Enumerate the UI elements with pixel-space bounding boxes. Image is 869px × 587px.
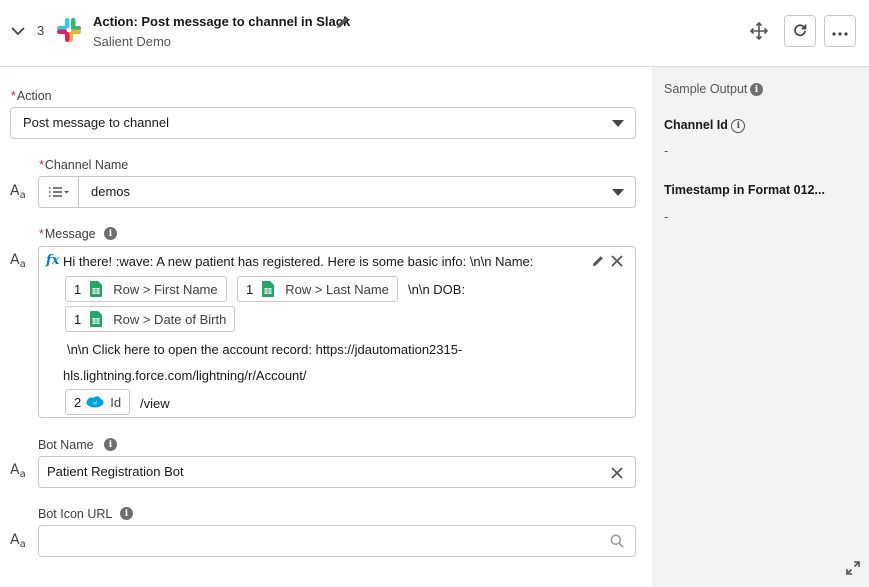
info-icon[interactable]: i (104, 438, 117, 451)
more-actions-button[interactable] (824, 15, 856, 47)
text-type-icon: Aa (10, 462, 26, 480)
info-icon[interactable]: i (104, 227, 117, 240)
text-type-icon: Aa (10, 183, 26, 201)
field-pill-first-name[interactable]: 1 Row > First Name (65, 276, 227, 302)
formula-fx-icon: fx (46, 253, 60, 268)
dropdown-caret-icon (612, 189, 624, 196)
action-select[interactable]: Post message to channel (10, 107, 636, 139)
action-label: *Action (11, 89, 52, 103)
field-pill-date-of-birth[interactable]: 1 Row > Date of Birth (65, 306, 236, 332)
output-field-label: Timestamp in Format 012... (664, 183, 825, 197)
message-label: *Message (39, 227, 96, 241)
message-formula-field[interactable]: fx Hi there! :wave: A new patient has re… (38, 246, 636, 418)
list-mode-icon[interactable] (39, 177, 79, 207)
text-type-icon: Aa (10, 252, 26, 270)
text-type-icon: Aa (10, 532, 26, 550)
pill-label: Row > First Name (113, 281, 218, 297)
info-icon[interactable]: i (731, 118, 746, 133)
output-field-value: - (664, 209, 669, 224)
close-icon[interactable] (611, 255, 623, 267)
clear-icon[interactable] (611, 467, 623, 479)
bot-icon-url-input[interactable] (38, 525, 636, 557)
step-number: 3 (37, 23, 45, 38)
message-view-text: /view (140, 396, 170, 411)
edit-pencil-icon[interactable] (591, 254, 605, 271)
message-click-line: \n\n Click here to open the account reco… (67, 342, 463, 357)
bot-name-label: Bot Name (38, 438, 94, 452)
google-sheets-icon (90, 311, 103, 327)
pill-label: Row > Date of Birth (113, 311, 227, 327)
field-pill-account-id[interactable]: 2 sf Id (65, 389, 131, 415)
step-header: 3 Action: Post message to channel in Sla… (0, 0, 869, 67)
pill-label: Row > Last Name (285, 281, 389, 297)
google-sheets-icon (90, 281, 103, 297)
sample-output-panel: Sample Output i Channel Id i - Timestamp… (652, 67, 869, 587)
expand-icon[interactable] (846, 561, 860, 575)
pill-step-number: 2 (74, 394, 82, 410)
output-field-value: - (664, 143, 669, 158)
info-icon[interactable]: i (120, 507, 133, 520)
pill-label: Id (110, 394, 122, 410)
message-line-1: Hi there! :wave: A new patient has regis… (63, 254, 534, 269)
search-icon (610, 534, 624, 551)
action-value: Post message to channel (23, 115, 169, 130)
move-icon[interactable] (749, 21, 769, 41)
google-sheets-icon (262, 281, 275, 297)
refresh-button[interactable] (784, 15, 816, 47)
refresh-icon (793, 23, 807, 40)
sample-output-title: Sample Output (664, 82, 748, 96)
field-pill-last-name[interactable]: 1 Row > Last Name (237, 276, 398, 302)
step-subtitle: Salient Demo (93, 34, 172, 49)
pill-step-number: 1 (74, 281, 82, 297)
bot-icon-url-label: Bot Icon URL (38, 507, 113, 521)
pill-step-number: 1 (246, 281, 254, 297)
bot-name-value: Patient Registration Bot (47, 464, 184, 479)
channel-select[interactable]: demos (38, 176, 636, 208)
more-dots-icon (832, 24, 848, 39)
output-field-label: Channel Id i (664, 118, 746, 133)
channel-value: demos (91, 184, 131, 199)
channel-label: *Channel Name (39, 158, 129, 172)
edit-pencil-icon[interactable] (335, 14, 351, 30)
pill-step-number: 1 (74, 311, 82, 327)
dropdown-caret-icon (612, 120, 624, 127)
message-url-line: hls.lightning.force.com/lightning/r/Acco… (63, 368, 307, 383)
message-dob-text: \n\n DOB: (408, 282, 466, 297)
bot-name-input[interactable]: Patient Registration Bot (38, 456, 636, 488)
slack-logo (56, 17, 82, 43)
chevron-down-icon[interactable] (9, 22, 27, 40)
action-title: Action: Post message to channel in Slack (93, 14, 351, 29)
info-icon[interactable]: i (750, 83, 763, 96)
salesforce-icon: sf (86, 396, 104, 408)
